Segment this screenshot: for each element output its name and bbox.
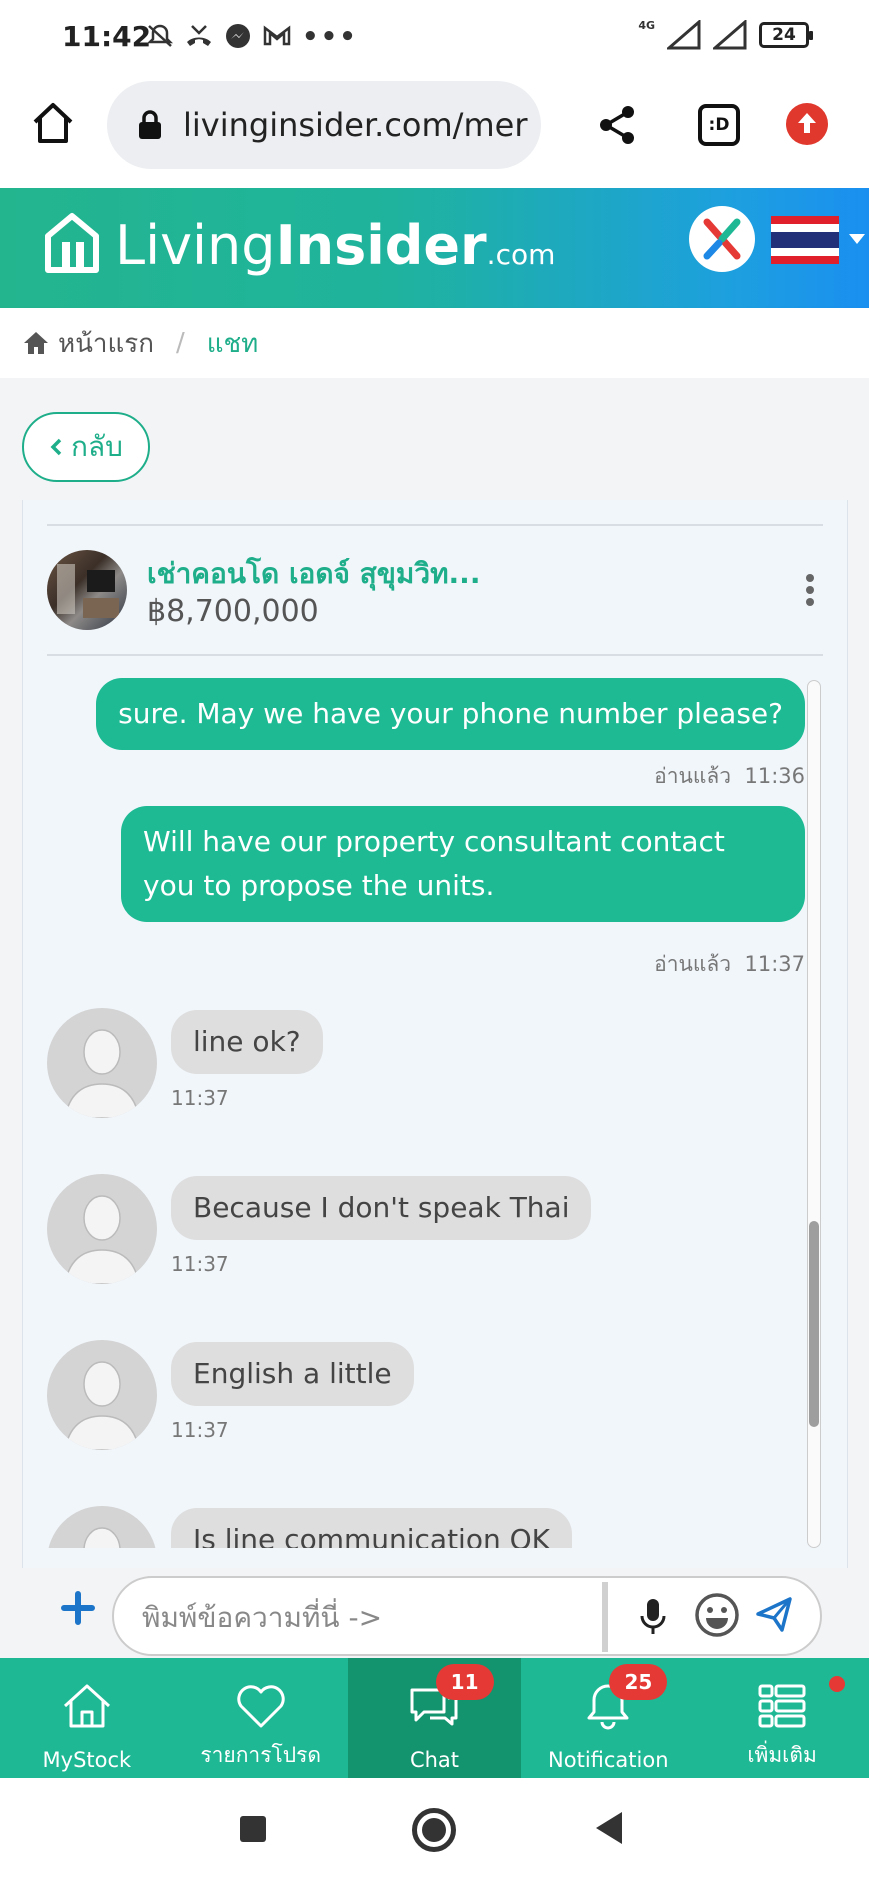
- recent-apps-icon[interactable]: [240, 1816, 266, 1842]
- logo-part-insider: Insider: [275, 214, 487, 277]
- browser-home-icon[interactable]: [30, 100, 76, 146]
- sender-avatar[interactable]: [47, 1506, 157, 1548]
- read-status-label: อ่านแล้ว: [654, 952, 732, 976]
- incoming-message: Because I don't speak Thai: [171, 1176, 592, 1240]
- android-back-icon[interactable]: [596, 1812, 622, 1844]
- nav-favorites[interactable]: รายการโปรด: [174, 1658, 348, 1778]
- site-header: LivingInsider.com: [0, 188, 869, 308]
- battery-icon: 24: [759, 22, 813, 48]
- status-bar: 11:42 ••• 4G 24: [0, 0, 869, 78]
- sender-avatar[interactable]: [47, 1008, 157, 1118]
- nav-mystock[interactable]: MyStock: [0, 1658, 174, 1778]
- bottom-navigation: MyStock รายการโปรด 11 Chat 25 Notificati…: [0, 1658, 869, 1778]
- logo-part-com: .com: [486, 238, 556, 271]
- share-icon[interactable]: [596, 104, 638, 146]
- read-status-label: อ่านแล้ว: [654, 764, 732, 788]
- signal-icon-2: [713, 20, 747, 50]
- message-scrollbar[interactable]: [807, 680, 821, 1548]
- status-time: 11:42: [62, 20, 152, 53]
- browser-toolbar: livinginsider.com/mer :D: [0, 78, 869, 188]
- nav-label: Notification: [548, 1748, 669, 1772]
- breadcrumb-home-link[interactable]: หน้าแรก: [58, 323, 154, 364]
- lock-icon: [139, 110, 161, 139]
- nav-label: รายการโปรด: [200, 1743, 322, 1767]
- x-app-icon[interactable]: [689, 206, 755, 272]
- nav-label: Chat: [409, 1748, 460, 1772]
- listing-thumbnail[interactable]: [47, 550, 127, 630]
- android-navigation-bar: [0, 1778, 869, 1883]
- network-type: 4G: [638, 18, 655, 32]
- tab-switcher-button[interactable]: :D: [698, 104, 740, 146]
- sender-avatar[interactable]: [47, 1174, 157, 1284]
- message-time: 11:37: [744, 952, 805, 976]
- chat-badge: 11: [435, 1664, 494, 1700]
- nav-notification[interactable]: 25 Notification: [521, 1658, 695, 1778]
- outgoing-message: Will have our property consultant contac…: [121, 806, 805, 922]
- status-right: 4G 24: [638, 18, 813, 50]
- message-time: 11:37: [171, 1086, 229, 1110]
- listing-price: ฿8,700,000: [147, 594, 319, 629]
- logo-part-living: Living: [115, 214, 276, 277]
- menu-list-icon: [758, 1684, 806, 1728]
- thai-flag-icon[interactable]: [771, 216, 839, 264]
- message-read-status: อ่านแล้ว 11:37: [654, 948, 805, 981]
- message-time: 11:36: [744, 764, 805, 788]
- nav-chat[interactable]: 11 Chat: [347, 1658, 522, 1778]
- microphone-icon[interactable]: [638, 1596, 668, 1636]
- url-text: livinginsider.com/mer: [183, 106, 528, 144]
- heart-icon: [237, 1685, 285, 1728]
- nav-label: MyStock: [42, 1748, 132, 1772]
- muted-bell-icon: [146, 22, 174, 57]
- message-input-wrapper: [112, 1576, 822, 1656]
- outgoing-message: sure. May we have your phone number plea…: [96, 678, 805, 750]
- message-input[interactable]: [142, 1592, 592, 1642]
- notification-icons: •••: [146, 22, 358, 57]
- breadcrumb-separator: /: [175, 328, 185, 358]
- scrollbar-thumb[interactable]: [809, 1221, 819, 1427]
- home-icon: [63, 1684, 110, 1728]
- more-options-icon[interactable]: [803, 574, 817, 614]
- notification-badge: 25: [609, 1664, 668, 1700]
- message-composer: [0, 1568, 869, 1658]
- breadcrumb-current[interactable]: แชท: [207, 323, 259, 364]
- messenger-icon: [224, 22, 252, 57]
- sender-avatar[interactable]: [47, 1340, 157, 1450]
- listing-header[interactable]: เช่าคอนโด เอดจ์ สุขุมวิท... ฿8,700,000: [47, 524, 823, 656]
- back-button[interactable]: กลับ: [22, 412, 150, 482]
- site-logo-text[interactable]: LivingInsider.com: [115, 214, 555, 277]
- message-read-status: อ่านแล้ว 11:36: [654, 760, 805, 793]
- emoji-icon[interactable]: [694, 1592, 740, 1638]
- url-bar[interactable]: livinginsider.com/mer: [107, 81, 541, 169]
- missed-call-icon: [184, 22, 214, 57]
- breadcrumb-home-icon[interactable]: [22, 330, 50, 356]
- message-time: 11:37: [171, 1252, 229, 1276]
- add-attachment-icon[interactable]: [58, 1588, 98, 1628]
- message-time: 11:37: [171, 1418, 229, 1442]
- gmail-icon: [262, 22, 292, 57]
- nav-label: เพิ่มเติม: [747, 1743, 817, 1767]
- android-home-icon[interactable]: [412, 1808, 456, 1852]
- incoming-message: English a little: [171, 1342, 414, 1406]
- message-list[interactable]: sure. May we have your phone number plea…: [23, 668, 823, 1548]
- send-icon[interactable]: [754, 1594, 794, 1634]
- chevron-left-icon: [50, 438, 62, 456]
- more-notification-dot: [828, 1676, 845, 1692]
- more-notifications-icon: •••: [302, 22, 358, 52]
- incoming-message: line ok?: [171, 1010, 323, 1074]
- language-dropdown-caret-icon[interactable]: [849, 234, 865, 244]
- chat-page-content: กลับ เช่าคอนโด เอดจ์ สุขุมวิท... ฿8,700,…: [0, 378, 869, 1658]
- chat-panel: เช่าคอนโด เอดจ์ สุขุมวิท... ฿8,700,000 s…: [22, 500, 848, 1658]
- update-icon[interactable]: [786, 103, 828, 145]
- living-insider-logo-icon[interactable]: [44, 206, 100, 282]
- listing-title[interactable]: เช่าคอนโด เอดจ์ สุขุมวิท...: [147, 552, 480, 596]
- nav-more[interactable]: เพิ่มเติม: [695, 1658, 869, 1778]
- breadcrumb: หน้าแรก / แชท: [0, 308, 869, 378]
- back-button-label: กลับ: [71, 430, 123, 463]
- incoming-message: Is line communication OK: [171, 1508, 573, 1548]
- signal-icon: [667, 20, 701, 50]
- input-divider: [602, 1582, 608, 1652]
